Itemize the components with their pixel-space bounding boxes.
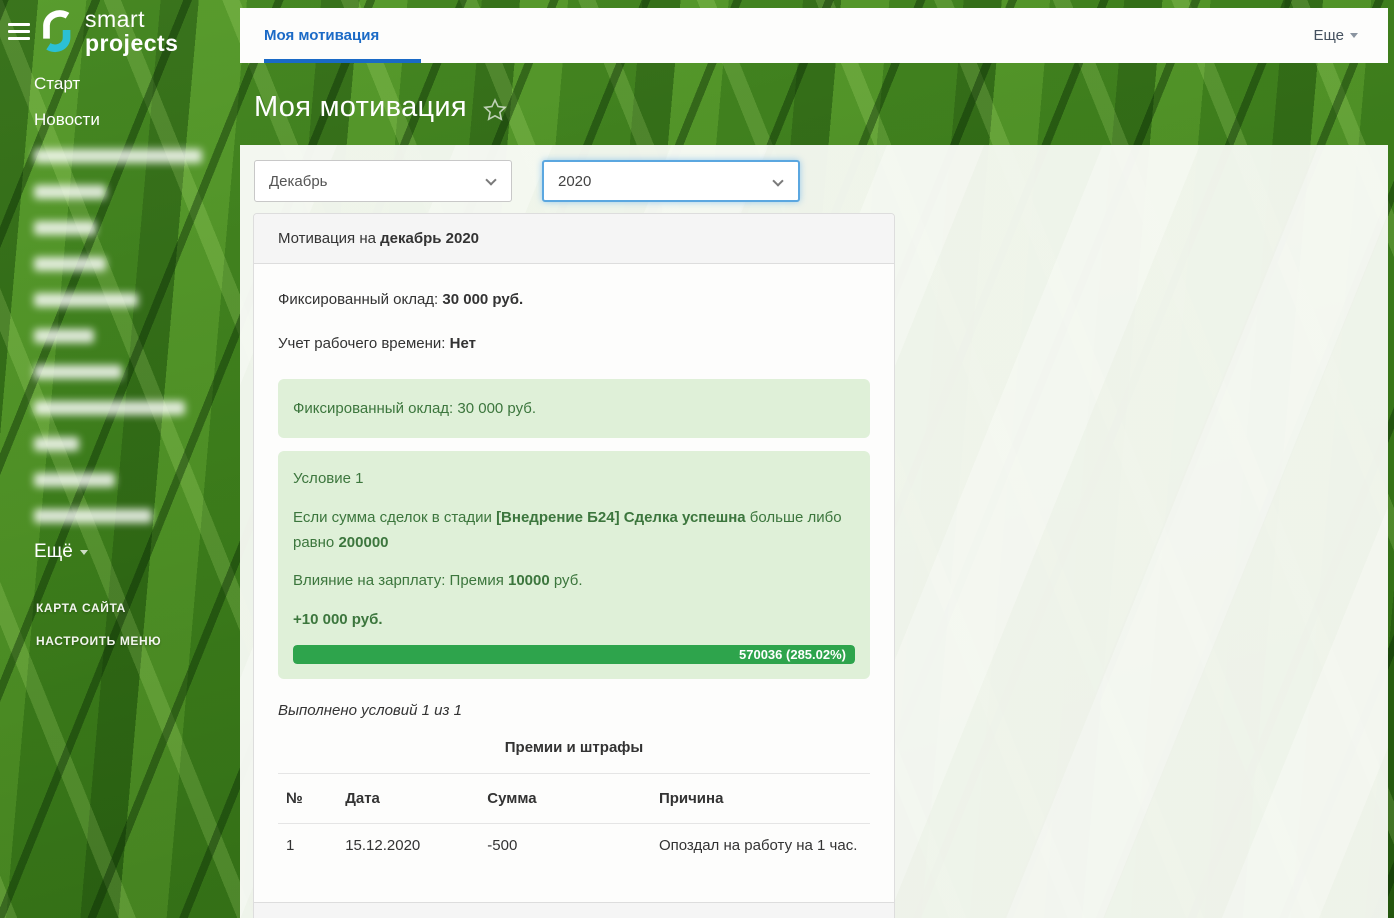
fulfilled-conditions-text: Выполнено условий 1 из 1	[278, 702, 870, 719]
month-select[interactable]: Декабрь	[254, 160, 512, 202]
panel-header: Мотивация на декабрь 2020	[254, 214, 894, 264]
table-row: 115.12.2020-500Опоздал на работу на 1 ча…	[278, 823, 870, 902]
hamburger-menu-icon[interactable]	[8, 23, 30, 40]
condition-alert: Условие 1 Если сумма сделок в стадии [Вн…	[278, 451, 870, 679]
logo-text: smart projects	[85, 7, 178, 55]
panel-footer: ИТОГО: 39 500 руб. Печать	[254, 902, 894, 918]
table-header-cell: Сумма	[479, 773, 651, 823]
chevron-down-icon	[1350, 33, 1358, 38]
sidebar-item-blurred[interactable]	[34, 138, 224, 174]
progress-fill: 570036 (285.02%)	[293, 645, 855, 664]
sidebar-item-blurred[interactable]	[34, 282, 224, 318]
chevron-down-icon	[485, 174, 496, 185]
table-cell: -500	[479, 823, 651, 902]
sidebar-item-blurred[interactable]	[34, 174, 224, 210]
configure-menu-link[interactable]: НАСТРОИТЬ МЕНЮ	[36, 625, 161, 658]
app-window: smart projects Старт Новости Ещё КАРТА С…	[0, 0, 1394, 918]
table-cell: 1	[278, 823, 337, 902]
sidebar-item-blurred[interactable]	[34, 426, 224, 462]
main-content: Декабрь 2020 Мотивация на декабрь 2020 Ф…	[240, 145, 1388, 918]
condition-influence: Влияние на зарплату: Премия 10000 руб.	[293, 569, 855, 594]
sidebar-item-news[interactable]: Новости	[34, 102, 224, 138]
fixed-salary-line: Фиксированный оклад: 30 000 руб.	[278, 291, 870, 308]
sidebar-item-blurred[interactable]	[34, 210, 224, 246]
condition-bonus: +10 000 руб.	[293, 608, 855, 633]
page-title: Моя мотивация	[254, 91, 508, 124]
sidebar-item-blurred[interactable]	[34, 354, 224, 390]
sitemap-link[interactable]: КАРТА САЙТА	[36, 592, 161, 625]
bonuses-table: №ДатаСуммаПричина 115.12.2020-500Опоздал…	[278, 773, 870, 902]
logo[interactable]: smart projects	[36, 7, 178, 55]
time-tracking-line: Учет рабочего времени: Нет	[278, 335, 870, 352]
logo-swirl-icon	[36, 7, 78, 55]
table-header-row: №ДатаСуммаПричина	[278, 773, 870, 823]
chevron-down-icon	[772, 175, 783, 186]
sidebar-more-button[interactable]: Ещё	[34, 534, 224, 570]
sidebar-blurred-items	[34, 138, 224, 534]
year-select[interactable]: 2020	[542, 160, 800, 202]
sidebar-item-blurred[interactable]	[34, 462, 224, 498]
sidebar-item-blurred[interactable]	[34, 390, 224, 426]
favorite-star-icon[interactable]	[482, 97, 508, 123]
tab-my-motivation[interactable]: Моя мотивация	[264, 8, 421, 63]
title-band: Моя мотивация	[240, 63, 1388, 145]
sidebar-menu: Старт Новости Ещё	[34, 66, 224, 570]
motivation-panel: Мотивация на декабрь 2020 Фиксированный …	[253, 213, 895, 918]
table-header-cell: №	[278, 773, 337, 823]
table-header-cell: Причина	[651, 773, 870, 823]
sidebar: smart projects Старт Новости Ещё КАРТА С…	[0, 0, 240, 918]
table-cell: Опоздал на работу на 1 час.	[651, 823, 870, 902]
bonuses-table-title: Премии и штрафы	[278, 739, 870, 756]
sidebar-item-blurred[interactable]	[34, 318, 224, 354]
table-cell: 15.12.2020	[337, 823, 479, 902]
progress-bar: 570036 (285.02%)	[293, 645, 855, 664]
sidebar-item-blurred[interactable]	[34, 246, 224, 282]
sidebar-footer: КАРТА САЙТА НАСТРОИТЬ МЕНЮ	[36, 592, 161, 658]
table-header-cell: Дата	[337, 773, 479, 823]
sidebar-item-blurred[interactable]	[34, 498, 224, 534]
condition-rule: Если сумма сделок в стадии [Внедрение Б2…	[293, 506, 855, 556]
chevron-down-icon	[80, 550, 88, 555]
condition-title: Условие 1	[293, 467, 855, 492]
top-navbar: Моя мотивация Еще	[240, 8, 1388, 63]
panel-body: Фиксированный оклад: 30 000 руб. Учет ра…	[254, 264, 894, 902]
filters-row: Декабрь 2020	[254, 160, 1388, 202]
sidebar-item-start[interactable]: Старт	[34, 66, 224, 102]
navbar-more-button[interactable]: Еще	[1313, 8, 1358, 63]
fixed-salary-alert: Фиксированный оклад: 30 000 руб.	[278, 379, 870, 438]
